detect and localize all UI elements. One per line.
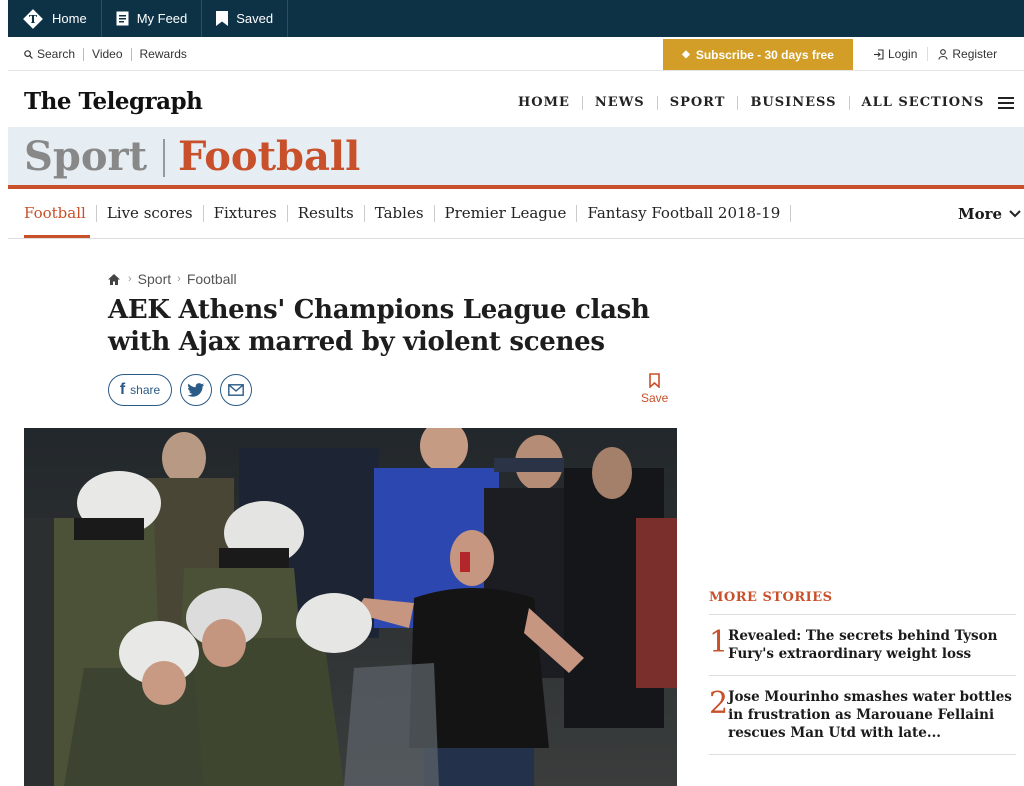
subnav-football[interactable]: Football	[24, 205, 97, 222]
hamburger-menu-icon[interactable]	[998, 97, 1015, 109]
login-link[interactable]: Login	[863, 47, 927, 61]
topbar-home-label: Home	[52, 11, 87, 26]
utility-bar: Search Video Rewards ◆ Subscribe - 30 da…	[8, 37, 1024, 71]
svg-text:T: T	[29, 13, 38, 26]
subnav-fixtures[interactable]: Fixtures	[204, 205, 288, 222]
more-stories-title: MORE STORIES	[709, 590, 1016, 615]
chevron-down-icon	[1009, 210, 1021, 218]
share-label: share	[130, 383, 161, 397]
subscribe-label: Subscribe - 30 days free	[695, 47, 834, 62]
diamond-icon: ◆	[682, 49, 690, 60]
feed-icon	[116, 11, 129, 26]
email-share-button[interactable]	[220, 374, 252, 406]
topbar-saved[interactable]: Saved	[202, 0, 289, 37]
search-link[interactable]: Search	[24, 46, 85, 61]
nav-home[interactable]: HOME	[506, 96, 583, 110]
email-icon	[228, 384, 244, 396]
subnav-results[interactable]: Results	[288, 205, 365, 222]
topbar-my-feed-label: My Feed	[136, 11, 188, 26]
bookmark-outline-icon	[649, 373, 660, 388]
football-subnav: Football Live scores Fixtures Results Ta…	[8, 193, 1024, 239]
save-article-button[interactable]: Save	[641, 373, 668, 405]
subnav-live-scores[interactable]: Live scores	[97, 205, 204, 222]
lead-image-illustration	[24, 428, 677, 786]
topbar-saved-label: Saved	[236, 11, 274, 26]
home-icon[interactable]	[108, 273, 120, 285]
story-item[interactable]: 2 Jose Mourinho smashes water bottles in…	[709, 676, 1016, 755]
nav-news[interactable]: NEWS	[583, 96, 658, 110]
register-link[interactable]: Register	[927, 47, 1007, 61]
video-label: Video	[92, 46, 123, 61]
nav-sport[interactable]: SPORT	[658, 96, 739, 110]
subnav-fantasy-football[interactable]: Fantasy Football 2018-19	[577, 205, 792, 222]
breadcrumb-sport[interactable]: Sport	[138, 271, 171, 287]
login-icon	[873, 48, 884, 60]
search-label: Search	[37, 46, 76, 61]
facebook-icon: f	[119, 381, 126, 398]
breadcrumb-separator: ›	[128, 273, 132, 285]
section-title[interactable]: Sport	[24, 133, 147, 180]
share-bar: f share	[108, 374, 260, 406]
article-headline: AEK Athens' Champions League clash with …	[108, 295, 650, 357]
story-link[interactable]: Revealed: The secrets behind Tyson Fury'…	[728, 627, 1016, 663]
active-tab-underline	[24, 235, 90, 238]
bookmark-icon	[216, 11, 229, 26]
nav-business[interactable]: BUSINESS	[738, 96, 850, 110]
section-banner: Sport Football	[8, 127, 1024, 189]
top-bar: T Home My Feed Saved	[8, 0, 1024, 37]
twitter-share-button[interactable]	[180, 374, 212, 406]
facebook-share-button[interactable]: f share	[108, 374, 172, 406]
search-icon	[24, 49, 33, 59]
login-label: Login	[888, 47, 918, 61]
banner-divider	[163, 139, 165, 177]
telegraph-t-icon: T	[22, 8, 44, 30]
main-nav: HOME NEWS SPORT BUSINESS ALL SECTIONS	[506, 96, 1015, 110]
more-label: More	[958, 205, 1003, 223]
article-lead-image[interactable]	[24, 428, 677, 786]
breadcrumb-separator: ›	[177, 273, 181, 285]
nav-all-sections[interactable]: ALL SECTIONS	[850, 96, 991, 110]
video-link[interactable]: Video	[84, 46, 132, 61]
subsection-title[interactable]: Football	[178, 133, 360, 180]
subnav-tables[interactable]: Tables	[365, 205, 435, 222]
story-number: 2	[709, 686, 729, 721]
telegraph-logo[interactable]: The Telegraph	[24, 88, 203, 115]
topbar-home[interactable]: T Home	[8, 0, 102, 37]
subnav-premier-league[interactable]: Premier League	[435, 205, 578, 222]
topbar-my-feed[interactable]: My Feed	[102, 0, 203, 37]
subnav-more-button[interactable]: More	[958, 205, 1021, 223]
rewards-link[interactable]: Rewards	[132, 46, 195, 61]
story-number: 1	[709, 625, 729, 660]
twitter-icon	[187, 382, 205, 398]
story-item[interactable]: 1 Revealed: The secrets behind Tyson Fur…	[709, 615, 1016, 676]
breadcrumb: › Sport › Football	[108, 271, 237, 287]
register-label: Register	[952, 47, 998, 61]
story-link[interactable]: Jose Mourinho smashes water bottles in f…	[728, 688, 1016, 742]
breadcrumb-football[interactable]: Football	[187, 271, 237, 287]
save-label: Save	[641, 391, 669, 405]
more-stories-panel: MORE STORIES 1 Revealed: The secrets beh…	[709, 590, 1016, 755]
user-icon	[938, 48, 948, 60]
subscribe-button[interactable]: ◆ Subscribe - 30 days free	[663, 39, 853, 70]
rewards-label: Rewards	[139, 46, 187, 61]
